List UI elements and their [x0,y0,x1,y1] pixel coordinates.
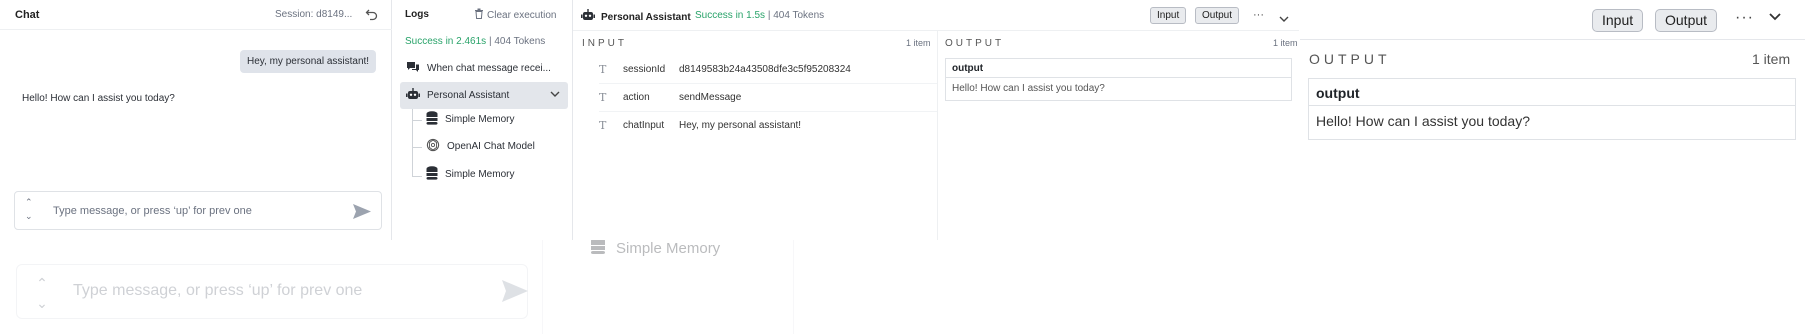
clear-execution-label[interactable]: Clear execution [487,10,556,21]
field-key: action [623,91,650,103]
history-arrows-icon[interactable]: ⌃ ⌄ [25,195,33,223]
robot-icon [581,9,595,25]
log-item-label[interactable]: Personal Assistant [427,90,509,101]
field-key: sessionId [623,63,666,75]
chat-title: Chat [15,9,40,21]
tree-connector-bg [542,240,543,334]
output-tab-button-large[interactable]: Output [1655,9,1718,32]
log-item-simple-memory[interactable]: Simple Memory [420,106,568,133]
session-id-label: Session: d8149... [275,9,353,20]
node-detail-panel: Personal Assistant Success in 1.5s | 404… [573,0,1299,240]
row-separator [599,111,937,112]
chevron-down-icon[interactable] [1279,10,1289,28]
panel-divider-bg [793,240,794,334]
text-type-icon: T [599,90,607,104]
logs-duration: Success in 2.461s [405,36,487,47]
chevron-down-icon[interactable] [1768,10,1782,29]
input-tab-button-large[interactable]: Input [1592,9,1644,32]
output-tab-button[interactable]: Output [1195,7,1240,24]
more-options-icon[interactable]: ··· [1253,9,1264,21]
message-input[interactable]: ⌃ ⌄ Type message, or press ‘up’ for prev … [14,191,382,230]
output-section-label: OUTPUT [945,38,1005,49]
chat-panel: Chat Session: d8149... Hey, my personal … [0,0,392,240]
output-section-label: OUTPUT [1309,51,1391,67]
log-item-simple-memory[interactable]: Simple Memory [420,161,568,188]
log-item-openai-chat-model[interactable]: OpenAI Chat Model [420,133,568,160]
output-item-count: 1 item [1273,38,1298,48]
openai-icon [426,138,440,155]
row-separator [599,83,937,84]
send-icon [501,279,529,308]
message-input-placeholder[interactable]: Type message, or press ‘up’ for prev one [53,205,252,217]
more-options-icon[interactable]: ··· [1735,9,1754,27]
input-field-row[interactable]: T action sendMessage [599,85,919,109]
database-icon [426,111,438,128]
input-placeholder-bg: Type message, or press ‘up’ for prev one [73,282,363,299]
input-field-row[interactable]: T sessionId d8149583b24a43508dfe3c5f9520… [599,57,919,81]
log-item-label[interactable]: When chat message recei... [427,63,551,74]
output-item-count: 1 item [1752,51,1791,67]
trash-icon [474,8,484,22]
input-tab-button[interactable]: Input [1150,7,1187,24]
message-input-bg: ⌃ ⌄ Type message, or press ‘up’ for prev … [16,264,528,319]
output-column-header: output [1309,79,1795,106]
history-arrows-icon: ⌃ ⌄ [36,275,48,311]
logs-status: Success in 2.461s | 404 Tokens [405,36,545,47]
output-cell-value[interactable]: Hello! How can I assist you today? [1309,106,1795,136]
field-key: chatInput [623,119,665,131]
field-value[interactable]: sendMessage [679,92,741,103]
assistant-message: Hello! How can I assist you today? [22,93,175,104]
output-column-header: output [946,59,1291,78]
memory-item-bg: Simple Memory [590,237,720,259]
detail-title-group: Personal Assistant [581,9,691,25]
chevron-down-icon[interactable] [550,90,560,101]
log-item-chat-trigger[interactable]: When chat message recei... [400,55,568,82]
memory-label-bg: Simple Memory [616,239,721,257]
field-value[interactable]: d8149583b24a43508dfe3c5f95208324 [679,64,851,75]
input-field-row[interactable]: T chatInput Hey, my personal assistant! [599,113,919,137]
detail-separator: | [765,10,774,21]
logs-tokens: 404 Tokens [494,36,546,47]
field-value[interactable]: Hey, my personal assistant! [679,120,801,131]
detail-title: Personal Assistant [601,11,691,23]
text-type-icon: T [599,62,607,76]
input-section-label: INPUT [582,38,627,49]
detail-tokens: 404 Tokens [773,10,825,21]
log-item-label[interactable]: Simple Memory [445,169,514,180]
clear-execution-button[interactable]: Clear execution [474,8,556,22]
detail-status: Success in 1.5s [695,10,766,21]
logs-panel: Logs Clear execution Success in 2.461s |… [392,0,573,240]
chat-header: Chat Session: d8149... [0,0,392,30]
undo-icon[interactable] [365,8,378,26]
send-icon[interactable] [352,203,372,225]
detail-header: Personal Assistant Success in 1.5s | 404… [573,0,1299,31]
detail-divider [937,31,938,240]
input-item-count: 1 item [906,38,931,48]
user-message-bubble: Hey, my personal assistant! [240,50,377,73]
text-type-icon: T [599,118,607,132]
log-item-label[interactable]: Simple Memory [445,114,514,125]
logs-title: Logs [405,9,429,20]
output-table-large: output Hello! How can I assist you today… [1308,78,1796,140]
detail-meta: Success in 1.5s | 404 Tokens [695,10,824,21]
output-table: output Hello! How can I assist you today… [945,58,1292,101]
log-item-label[interactable]: OpenAI Chat Model [447,141,535,152]
database-icon [426,166,438,183]
output-panel-header [1300,0,1805,40]
log-item-personal-assistant[interactable]: Personal Assistant [400,82,568,109]
chat-bubbles-icon [406,61,420,76]
output-cell-value[interactable]: Hello! How can I assist you today? [946,78,1291,99]
robot-icon [406,87,420,104]
database-icon [590,237,606,259]
